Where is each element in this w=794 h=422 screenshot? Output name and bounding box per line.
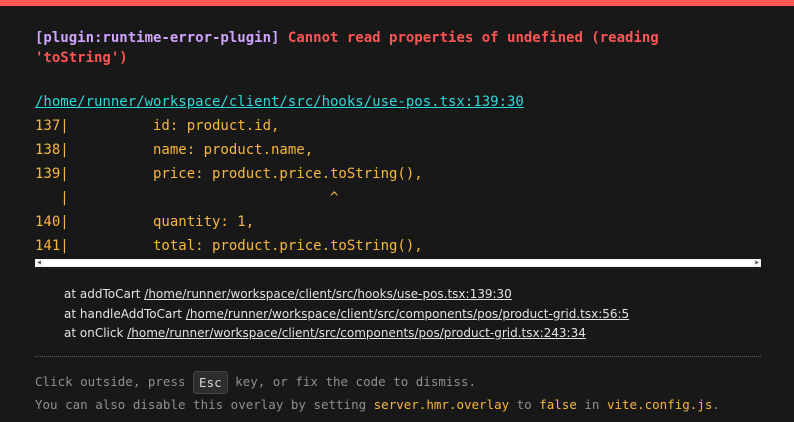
tip-text: Click outside, press	[35, 374, 194, 389]
code-line: 138| name: product.name,	[35, 142, 314, 158]
stack-frame: at handleAddToCart /home/runner/workspac…	[64, 305, 629, 325]
stack-frame-function: at onClick	[64, 326, 128, 340]
stack-frame: at addToCart /home/runner/workspace/clie…	[64, 285, 629, 305]
esc-key: Esc	[193, 371, 228, 394]
scroll-left-arrow-icon[interactable]: ◀	[35, 259, 43, 267]
stack-frame-function: at addToCart	[64, 287, 145, 301]
stack-trace: at addToCart /home/runner/workspace/clie…	[64, 285, 629, 344]
code-line: 137| id: product.id,	[35, 118, 280, 134]
tip-text: in	[576, 397, 607, 412]
code-frame: 137| id: product.id, 138| name: product.…	[35, 114, 761, 259]
error-message: [plugin:runtime-error-plugin] Cannot rea…	[35, 28, 735, 68]
error-overlay: [plugin:runtime-error-plugin] Cannot rea…	[0, 0, 794, 422]
error-file-link[interactable]: /home/runner/workspace/client/src/hooks/…	[35, 93, 524, 111]
scrollbar-thumb[interactable]	[43, 260, 753, 266]
stack-frame-file-link[interactable]: /home/runner/workspace/client/src/hooks/…	[144, 287, 512, 301]
tip-text: to	[509, 397, 540, 412]
code-frame-scrollbar[interactable]: ◀ ▶	[35, 259, 761, 267]
stack-frame-function: at handleAddToCart	[64, 306, 186, 321]
setting-name: server.hmr.overlay	[373, 397, 510, 412]
code-line-caret: | ^	[35, 190, 339, 206]
divider	[35, 356, 761, 357]
code-line: 139| price: product.price.toString(),	[35, 166, 423, 182]
dismiss-tip: Click outside, press Esc key, or fix the…	[35, 370, 476, 394]
scroll-right-arrow-icon[interactable]: ▶	[753, 259, 761, 267]
stack-frame-file-link[interactable]: /home/runner/workspace/client/src/compon…	[186, 307, 629, 321]
code-line: 140| quantity: 1,	[35, 214, 255, 230]
tip-text: .	[712, 397, 720, 412]
tip-text: You can also disable this overlay by set…	[35, 397, 374, 412]
code-line: 141| total: product.price.toString(),	[35, 238, 423, 254]
setting-value: false	[539, 397, 577, 412]
disable-overlay-tip: You can also disable this overlay by set…	[35, 395, 720, 415]
config-file-name: vite.config.js	[606, 397, 713, 412]
tip-text: key, or fix the code to dismiss.	[227, 374, 476, 389]
plugin-name: [plugin:runtime-error-plugin]	[35, 30, 280, 46]
stack-frame: at onClick /home/runner/workspace/client…	[64, 324, 629, 344]
stack-frame-file-link[interactable]: /home/runner/workspace/client/src/compon…	[127, 326, 586, 340]
